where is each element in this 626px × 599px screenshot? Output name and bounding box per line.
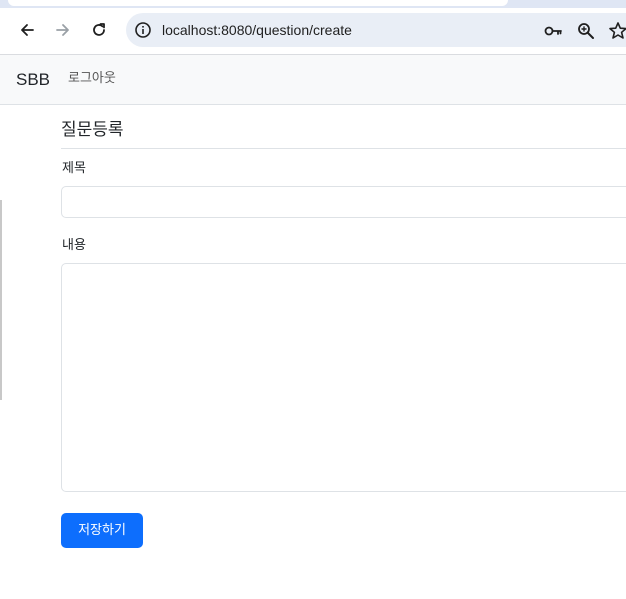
- key-icon[interactable]: [543, 21, 563, 41]
- star-icon[interactable]: [608, 21, 626, 41]
- page-title: 질문등록: [61, 120, 124, 140]
- zoom-icon[interactable]: [576, 21, 596, 41]
- url-text[interactable]: localhost:8080/question/create: [162, 21, 352, 39]
- active-tab-edge[interactable]: [8, 0, 508, 6]
- browser-toolbar: localhost:8080/question/create: [0, 8, 626, 55]
- back-arrow-icon: [21, 24, 34, 36]
- address-bar[interactable]: localhost:8080/question/create: [126, 13, 626, 47]
- browser-window: localhost:8080/question/create SBB 로그아웃 …: [0, 0, 626, 599]
- subject-label: 제목: [62, 161, 86, 176]
- title-divider: [61, 148, 626, 149]
- forward-arrow-icon: [56, 24, 69, 36]
- forward-button[interactable]: [49, 16, 77, 44]
- brand-link[interactable]: SBB: [16, 69, 50, 91]
- content-textarea[interactable]: [61, 263, 626, 492]
- reload-button[interactable]: [85, 16, 113, 44]
- logout-link[interactable]: 로그아웃: [68, 70, 116, 88]
- app-navbar: SBB 로그아웃: [0, 55, 626, 105]
- tab-strip: [0, 0, 626, 8]
- subject-input[interactable]: [61, 186, 626, 218]
- save-button[interactable]: 저장하기: [61, 513, 143, 548]
- back-button[interactable]: [13, 16, 41, 44]
- content-label: 내용: [62, 238, 86, 253]
- reload-icon: [93, 23, 105, 36]
- left-edge-shadow: [0, 200, 2, 400]
- info-icon[interactable]: [134, 21, 152, 39]
